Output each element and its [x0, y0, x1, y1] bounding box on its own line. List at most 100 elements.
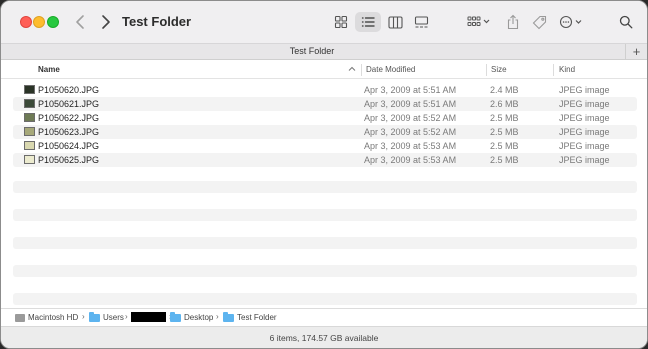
path-label: Test Folder — [237, 313, 277, 322]
path-item-desktop[interactable]: Desktop — [170, 311, 214, 322]
column-date-modified[interactable]: Date Modified — [366, 65, 415, 74]
folder-icon — [170, 311, 181, 322]
hard-drive-icon — [15, 313, 25, 322]
minimize-button[interactable] — [33, 16, 45, 28]
file-size: 2.5 MB — [490, 113, 519, 123]
file-kind: JPEG image — [559, 141, 610, 151]
path-item-disk[interactable]: Macintosh HD — [15, 313, 78, 322]
chevron-left-icon — [76, 15, 84, 29]
path-bar: Macintosh HD › Users › › Desktop › Test … — [1, 308, 647, 326]
empty-row-stripe — [13, 237, 637, 249]
file-row[interactable]: P1050624.JPG Apr 3, 2009 at 5:53 AM 2.5 … — [13, 139, 637, 153]
grid-icon — [334, 15, 348, 29]
column-divider[interactable] — [553, 64, 554, 76]
file-name: P1050624.JPG — [38, 141, 100, 151]
file-name: P1050623.JPG — [38, 127, 100, 137]
group-grid-icon — [467, 16, 490, 26]
zoom-button[interactable] — [47, 16, 59, 28]
path-label: Users — [103, 313, 124, 322]
share-button[interactable] — [500, 12, 526, 32]
tab-bar: Test Folder + — [1, 43, 647, 60]
file-name: P1050621.JPG — [38, 99, 100, 109]
file-name: P1050625.JPG — [38, 155, 100, 165]
status-bar: 6 items, 174.57 GB available — [1, 326, 647, 348]
image-thumbnail — [24, 85, 35, 94]
icon-view-button[interactable] — [328, 12, 354, 32]
file-date: Apr 3, 2009 at 5:52 AM — [364, 113, 457, 123]
image-thumbnail — [24, 113, 35, 122]
path-item-users[interactable]: Users — [89, 311, 124, 322]
empty-row-stripe — [13, 209, 637, 221]
path-separator-icon: › — [82, 312, 85, 321]
file-kind: JPEG image — [559, 113, 610, 123]
file-date: Apr 3, 2009 at 5:53 AM — [364, 155, 457, 165]
folder-icon — [89, 311, 100, 322]
file-name: P1050622.JPG — [38, 113, 100, 123]
file-size: 2.5 MB — [490, 141, 519, 151]
column-view-button[interactable] — [382, 12, 408, 32]
column-size[interactable]: Size — [491, 65, 507, 74]
file-size: 2.5 MB — [490, 127, 519, 137]
empty-row-stripe — [13, 265, 637, 277]
file-row[interactable]: P1050622.JPG Apr 3, 2009 at 5:52 AM 2.5 … — [13, 111, 637, 125]
file-date: Apr 3, 2009 at 5:51 AM — [364, 99, 457, 109]
close-button[interactable] — [20, 16, 32, 28]
file-kind: JPEG image — [559, 85, 610, 95]
image-thumbnail — [24, 127, 35, 136]
file-name: P1050620.JPG — [38, 85, 100, 95]
window-title: Test Folder — [122, 14, 192, 29]
tags-button[interactable] — [526, 12, 552, 32]
finder-window: Test Folder Test Folder + Name Date Modi… — [0, 0, 648, 349]
search-button[interactable] — [613, 12, 639, 32]
file-size: 2.5 MB — [490, 155, 519, 165]
empty-row-stripe — [13, 181, 637, 193]
file-size: 2.4 MB — [490, 85, 519, 95]
file-row[interactable]: P1050623.JPG Apr 3, 2009 at 5:52 AM 2.5 … — [13, 125, 637, 139]
list-icon — [361, 17, 375, 27]
sort-ascending-icon — [348, 65, 356, 75]
file-date: Apr 3, 2009 at 5:51 AM — [364, 85, 457, 95]
column-header: Name Date Modified Size Kind — [1, 61, 647, 79]
columns-icon — [387, 15, 403, 29]
file-row[interactable]: P1050621.JPG Apr 3, 2009 at 5:51 AM 2.6 … — [13, 97, 637, 111]
path-item-folder[interactable]: Test Folder — [223, 311, 277, 322]
gallery-view-button[interactable] — [408, 12, 434, 32]
file-row[interactable]: P1050620.JPG Apr 3, 2009 at 5:51 AM 2.4 … — [13, 83, 637, 97]
share-icon — [507, 14, 519, 30]
column-divider[interactable] — [361, 64, 362, 76]
new-tab-button[interactable]: + — [625, 44, 647, 60]
column-name[interactable]: Name — [38, 65, 60, 74]
column-kind[interactable]: Kind — [559, 65, 575, 74]
file-kind: JPEG image — [559, 99, 610, 109]
folder-icon — [223, 311, 234, 322]
image-thumbnail — [24, 141, 35, 150]
path-label: Desktop — [184, 313, 214, 322]
ellipsis-circle-icon — [559, 15, 582, 29]
file-size: 2.6 MB — [490, 99, 519, 109]
path-separator-icon: › — [125, 312, 128, 321]
empty-row-stripe — [13, 293, 637, 305]
tab-title[interactable]: Test Folder — [1, 46, 623, 56]
file-row[interactable]: P1050625.JPG Apr 3, 2009 at 5:53 AM 2.5 … — [13, 153, 637, 167]
path-label: Macintosh HD — [28, 313, 79, 322]
redacted-username — [131, 312, 166, 322]
file-date: Apr 3, 2009 at 5:52 AM — [364, 127, 457, 137]
status-text: 6 items, 174.57 GB available — [269, 333, 379, 343]
image-thumbnail — [24, 155, 35, 164]
list-view-button[interactable] — [355, 12, 381, 32]
path-separator-icon: › — [216, 312, 219, 321]
toolbar: Test Folder — [1, 1, 647, 43]
tag-icon — [532, 15, 546, 29]
back-button[interactable] — [73, 13, 89, 31]
more-actions-button[interactable] — [558, 12, 586, 32]
file-date: Apr 3, 2009 at 5:53 AM — [364, 141, 457, 151]
search-icon — [619, 15, 633, 29]
forward-button[interactable] — [97, 13, 113, 31]
file-kind: JPEG image — [559, 155, 610, 165]
column-divider[interactable] — [486, 64, 487, 76]
group-button[interactable] — [465, 12, 493, 32]
gallery-icon — [414, 15, 428, 28]
file-kind: JPEG image — [559, 127, 610, 137]
chevron-right-icon — [102, 15, 110, 29]
image-thumbnail — [24, 99, 35, 108]
